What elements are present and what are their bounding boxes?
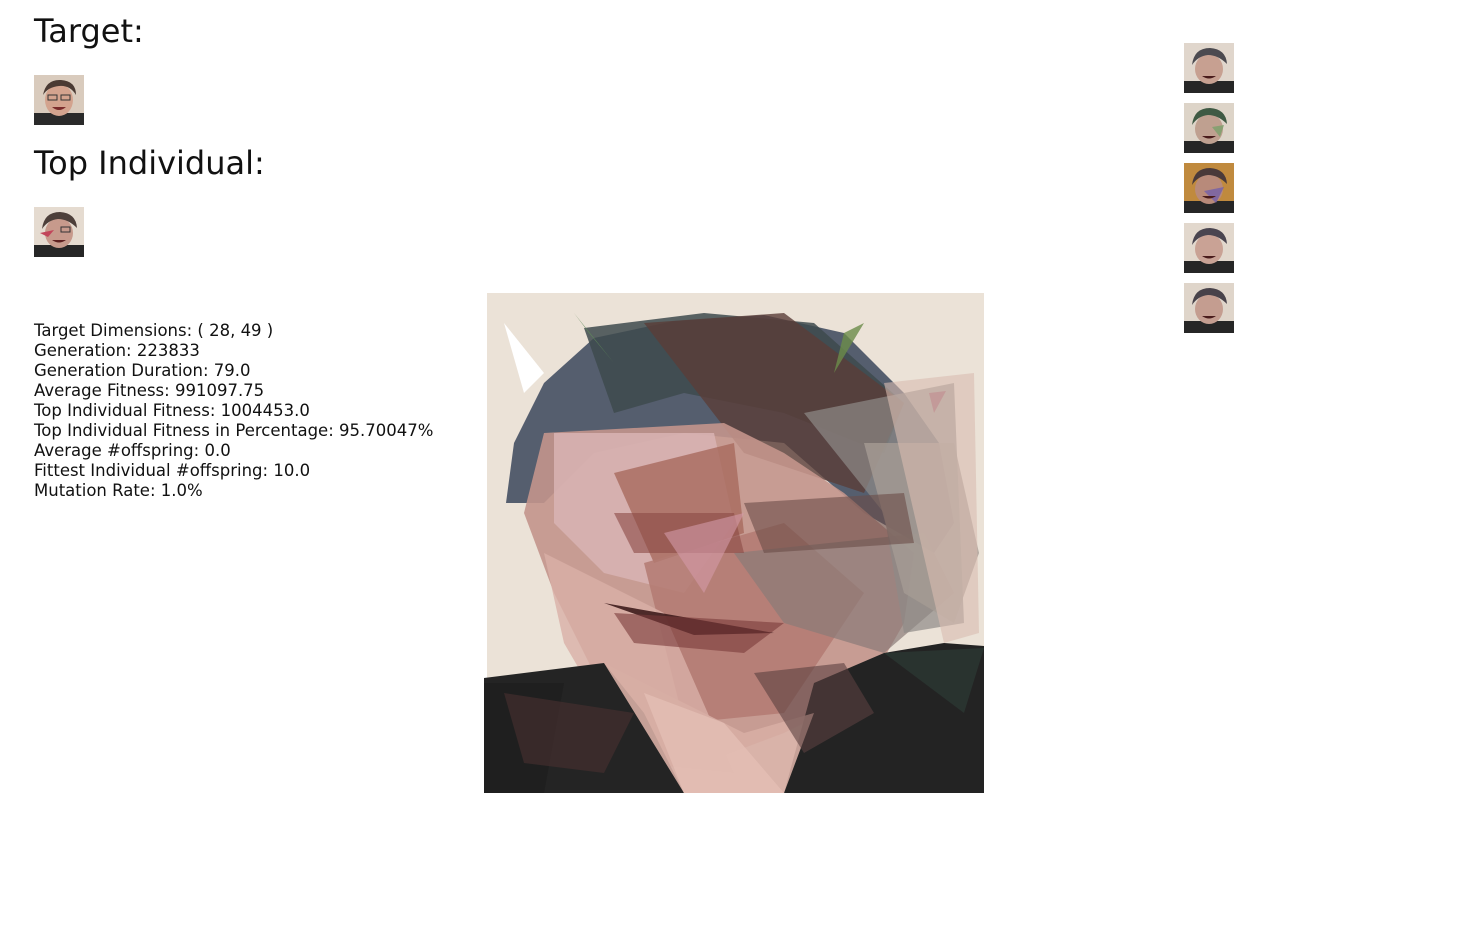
average-fitness-text: Average Fitness: 991097.75	[34, 381, 265, 400]
top-individual-fitness-text: Top Individual Fitness: 1004453.0	[34, 401, 310, 420]
individual-2-face-picture	[1184, 103, 1234, 153]
top-individual-image	[34, 207, 84, 257]
generation-duration-text: Generation Duration: 79.0	[34, 361, 251, 380]
target-heading: Target:	[34, 12, 144, 50]
population-thumbnail-2	[1184, 103, 1234, 153]
individual-5-face-picture	[1184, 283, 1234, 333]
target-image	[34, 75, 84, 125]
top-individual-heading: Top Individual:	[34, 144, 265, 182]
polygon-rendering	[484, 293, 984, 793]
average-offspring-text: Average #offspring: 0.0	[34, 441, 231, 460]
individual-3-face-picture	[1184, 163, 1234, 213]
target-dimensions-text: Target Dimensions: ( 28, 49 )	[34, 321, 274, 340]
target-face-picture	[34, 75, 84, 125]
statistics-panel: Target Dimensions: ( 28, 49 ) Generation…	[34, 321, 433, 501]
evolved-image-canvas	[484, 293, 984, 793]
population-thumbnail-4	[1184, 223, 1234, 273]
mutation-rate-text: Mutation Rate: 1.0%	[34, 481, 203, 500]
generation-text: Generation: 223833	[34, 341, 200, 360]
fittest-individual-offspring-text: Fittest Individual #offspring: 10.0	[34, 461, 311, 480]
individual-1-face-picture	[1184, 43, 1234, 93]
top-individual-face-picture	[34, 207, 84, 257]
top-individual-fitness-percentage-text: Top Individual Fitness in Percentage: 95…	[34, 421, 434, 440]
individual-4-face-picture	[1184, 223, 1234, 273]
population-thumbnail-5	[1184, 283, 1234, 333]
population-thumbnail-3	[1184, 163, 1234, 213]
population-thumbnail-1	[1184, 43, 1234, 93]
